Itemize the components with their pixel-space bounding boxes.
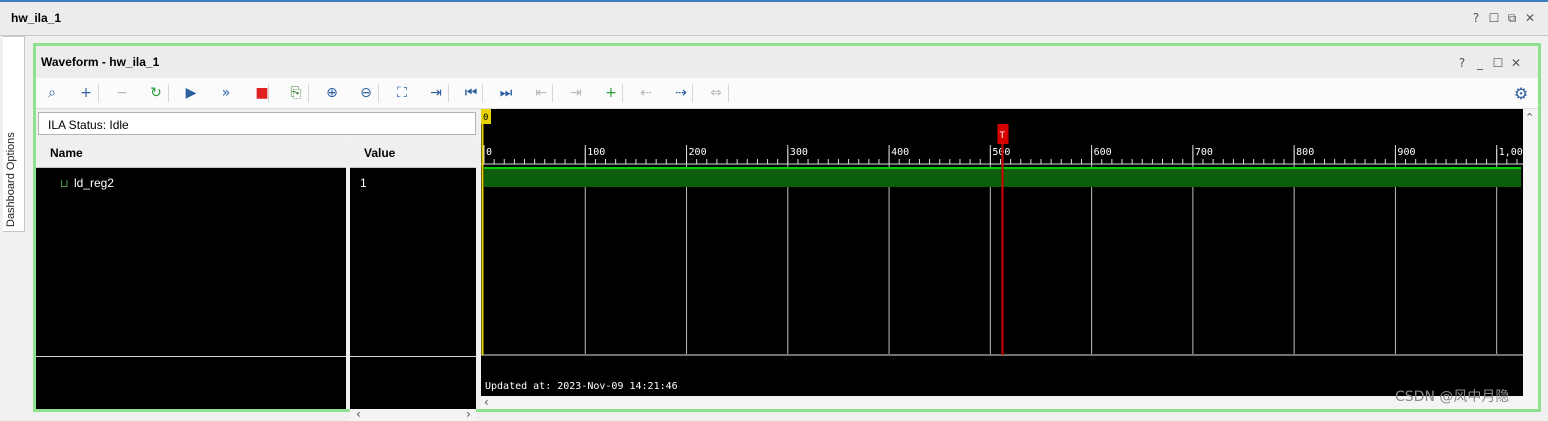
help-icon[interactable]: ?	[1456, 57, 1468, 69]
tick-label: 500	[992, 147, 1010, 158]
zoom-in-icon[interactable]: ⊕	[322, 83, 342, 103]
add-marker-icon[interactable]: +	[601, 83, 621, 103]
signal-row[interactable]: ⊔ ld_reg2	[60, 176, 114, 190]
row-divider	[36, 356, 346, 357]
zoom-out-icon[interactable]: ⊖	[356, 83, 376, 103]
toolbar-separator	[168, 84, 169, 102]
close-icon[interactable]: ✕	[1524, 12, 1536, 24]
tick-label: 900	[1397, 147, 1415, 158]
toolbar-separator	[98, 84, 99, 102]
minimize-icon[interactable]: _	[1474, 57, 1486, 69]
waveform-toolbar: ⚙ ⌕ + − ↻ ▶» ■ ⎘ ⊕ ⊖ ⛶ ⇥ ⏮ ⏭ ⇤ ⇥ + ⇠ ⇢ ⇔	[36, 78, 1538, 109]
updated-timestamp: Updated at: 2023-Nov-09 14:21:46	[485, 381, 678, 392]
watermark: CSDN @风中月隐	[1395, 389, 1510, 405]
panel-window-controls: ? _ ☐ ✕	[1456, 57, 1522, 69]
tick-label: 1,00	[1499, 147, 1523, 158]
trigger-marker-label: T	[1000, 131, 1006, 141]
outer-title: hw_ila_1	[11, 11, 62, 25]
toolbar-separator	[448, 84, 449, 102]
stop-icon[interactable]: ■	[252, 83, 272, 103]
prev-transition-icon[interactable]: ⇤	[531, 83, 551, 103]
help-icon[interactable]: ?	[1470, 12, 1482, 24]
tick-label: 700	[1195, 147, 1213, 158]
maximize-icon[interactable]: ☐	[1492, 57, 1504, 69]
dashboard-options-label: Dashboard Options	[5, 132, 17, 227]
panel-title-bar: Waveform - hw_ila_1 ? _ ☐ ✕	[36, 46, 1538, 78]
next-transition-icon[interactable]: ⇥	[566, 83, 586, 103]
waveform-panel: Waveform - hw_ila_1 ? _ ☐ ✕ ⚙ ⌕ + − ↻ ▶» ■ ⎘ ⊕ ⊖…	[33, 43, 1541, 421]
toolbar-separator	[482, 84, 483, 102]
run-immediate-icon[interactable]: »	[216, 83, 236, 103]
zoom-fit-icon[interactable]: ⛶	[392, 83, 412, 103]
outer-title-bar: hw_ila_1 ? ☐ ⧉ ✕	[0, 0, 1548, 36]
gear-icon[interactable]: ⚙	[1511, 83, 1531, 103]
waveform-canvas: 0 100 200 300 400 500 600 700 800 900 1,00 0 T Update…	[481, 109, 1523, 392]
toolbar-separator	[622, 84, 623, 102]
signal-name: ld_reg2	[73, 176, 114, 190]
next-marker-icon[interactable]: ⇢	[671, 83, 691, 103]
export-icon[interactable]: ⎘	[286, 83, 306, 103]
waveform-vertical-scrollbar[interactable]: ⌃	[1523, 109, 1538, 409]
search-icon[interactable]: ⌕	[42, 83, 62, 103]
toolbar-separator	[378, 84, 379, 102]
signal-icon: ⊔	[60, 177, 69, 190]
value-scrollbar[interactable]: ‹ ›	[350, 407, 476, 421]
scroll-right-icon[interactable]: ›	[466, 407, 471, 421]
outer-window-controls: ? ☐ ⧉ ✕	[1470, 12, 1536, 24]
waveform-scrollbar[interactable]: ‹	[481, 395, 1523, 409]
tick-label: 300	[790, 147, 808, 158]
tick-label: 800	[1296, 147, 1314, 158]
start-marker-label: 0	[483, 113, 488, 123]
go-to-start-icon[interactable]: ⏮	[461, 83, 481, 103]
toolbar-separator	[728, 84, 729, 102]
value-column-header[interactable]: Value	[350, 137, 476, 168]
waveform-view[interactable]: 0 100 200 300 400 500 600 700 800 900 1,00 0 T Update…	[481, 109, 1523, 396]
toolbar-separator	[552, 84, 553, 102]
signal-value-column: Value 1	[350, 137, 476, 409]
ila-status: ILA Status: Idle	[38, 112, 476, 135]
minus-icon[interactable]: −	[112, 83, 132, 103]
tick-label: 600	[1094, 147, 1112, 158]
scroll-left-icon[interactable]: ‹	[484, 395, 489, 409]
maximize-icon[interactable]: ☐	[1488, 12, 1500, 24]
close-icon[interactable]: ✕	[1510, 57, 1522, 69]
tick-label: 0	[486, 147, 492, 158]
name-column-header[interactable]: Name	[36, 137, 346, 168]
toolbar-separator	[692, 84, 693, 102]
scroll-left-icon[interactable]: ‹	[356, 407, 361, 421]
go-to-end-icon[interactable]: ⏭	[496, 83, 516, 103]
scroll-up-icon[interactable]: ⌃	[1525, 111, 1534, 124]
go-to-cursor-icon[interactable]: ⇥	[426, 83, 446, 103]
swap-cursors-icon[interactable]: ⇔	[706, 83, 726, 103]
plus-icon[interactable]: +	[76, 83, 96, 103]
prev-marker-icon[interactable]: ⇠	[636, 83, 656, 103]
refresh-icon[interactable]: ↻	[146, 83, 166, 103]
tick-label: 100	[587, 147, 605, 158]
tick-label: 200	[689, 147, 707, 158]
panel-title: Waveform - hw_ila_1	[41, 55, 160, 69]
signal-name-column: Name ⊔ ld_reg2	[36, 137, 346, 409]
signal-value: 1	[360, 176, 367, 190]
run-trigger-icon[interactable]: ▶	[181, 83, 201, 103]
dashboard-options-tab[interactable]: Dashboard Options	[3, 36, 25, 232]
float-icon[interactable]: ⧉	[1506, 12, 1518, 24]
row-divider	[350, 356, 476, 357]
toolbar-separator	[308, 84, 309, 102]
tick-label: 400	[891, 147, 909, 158]
